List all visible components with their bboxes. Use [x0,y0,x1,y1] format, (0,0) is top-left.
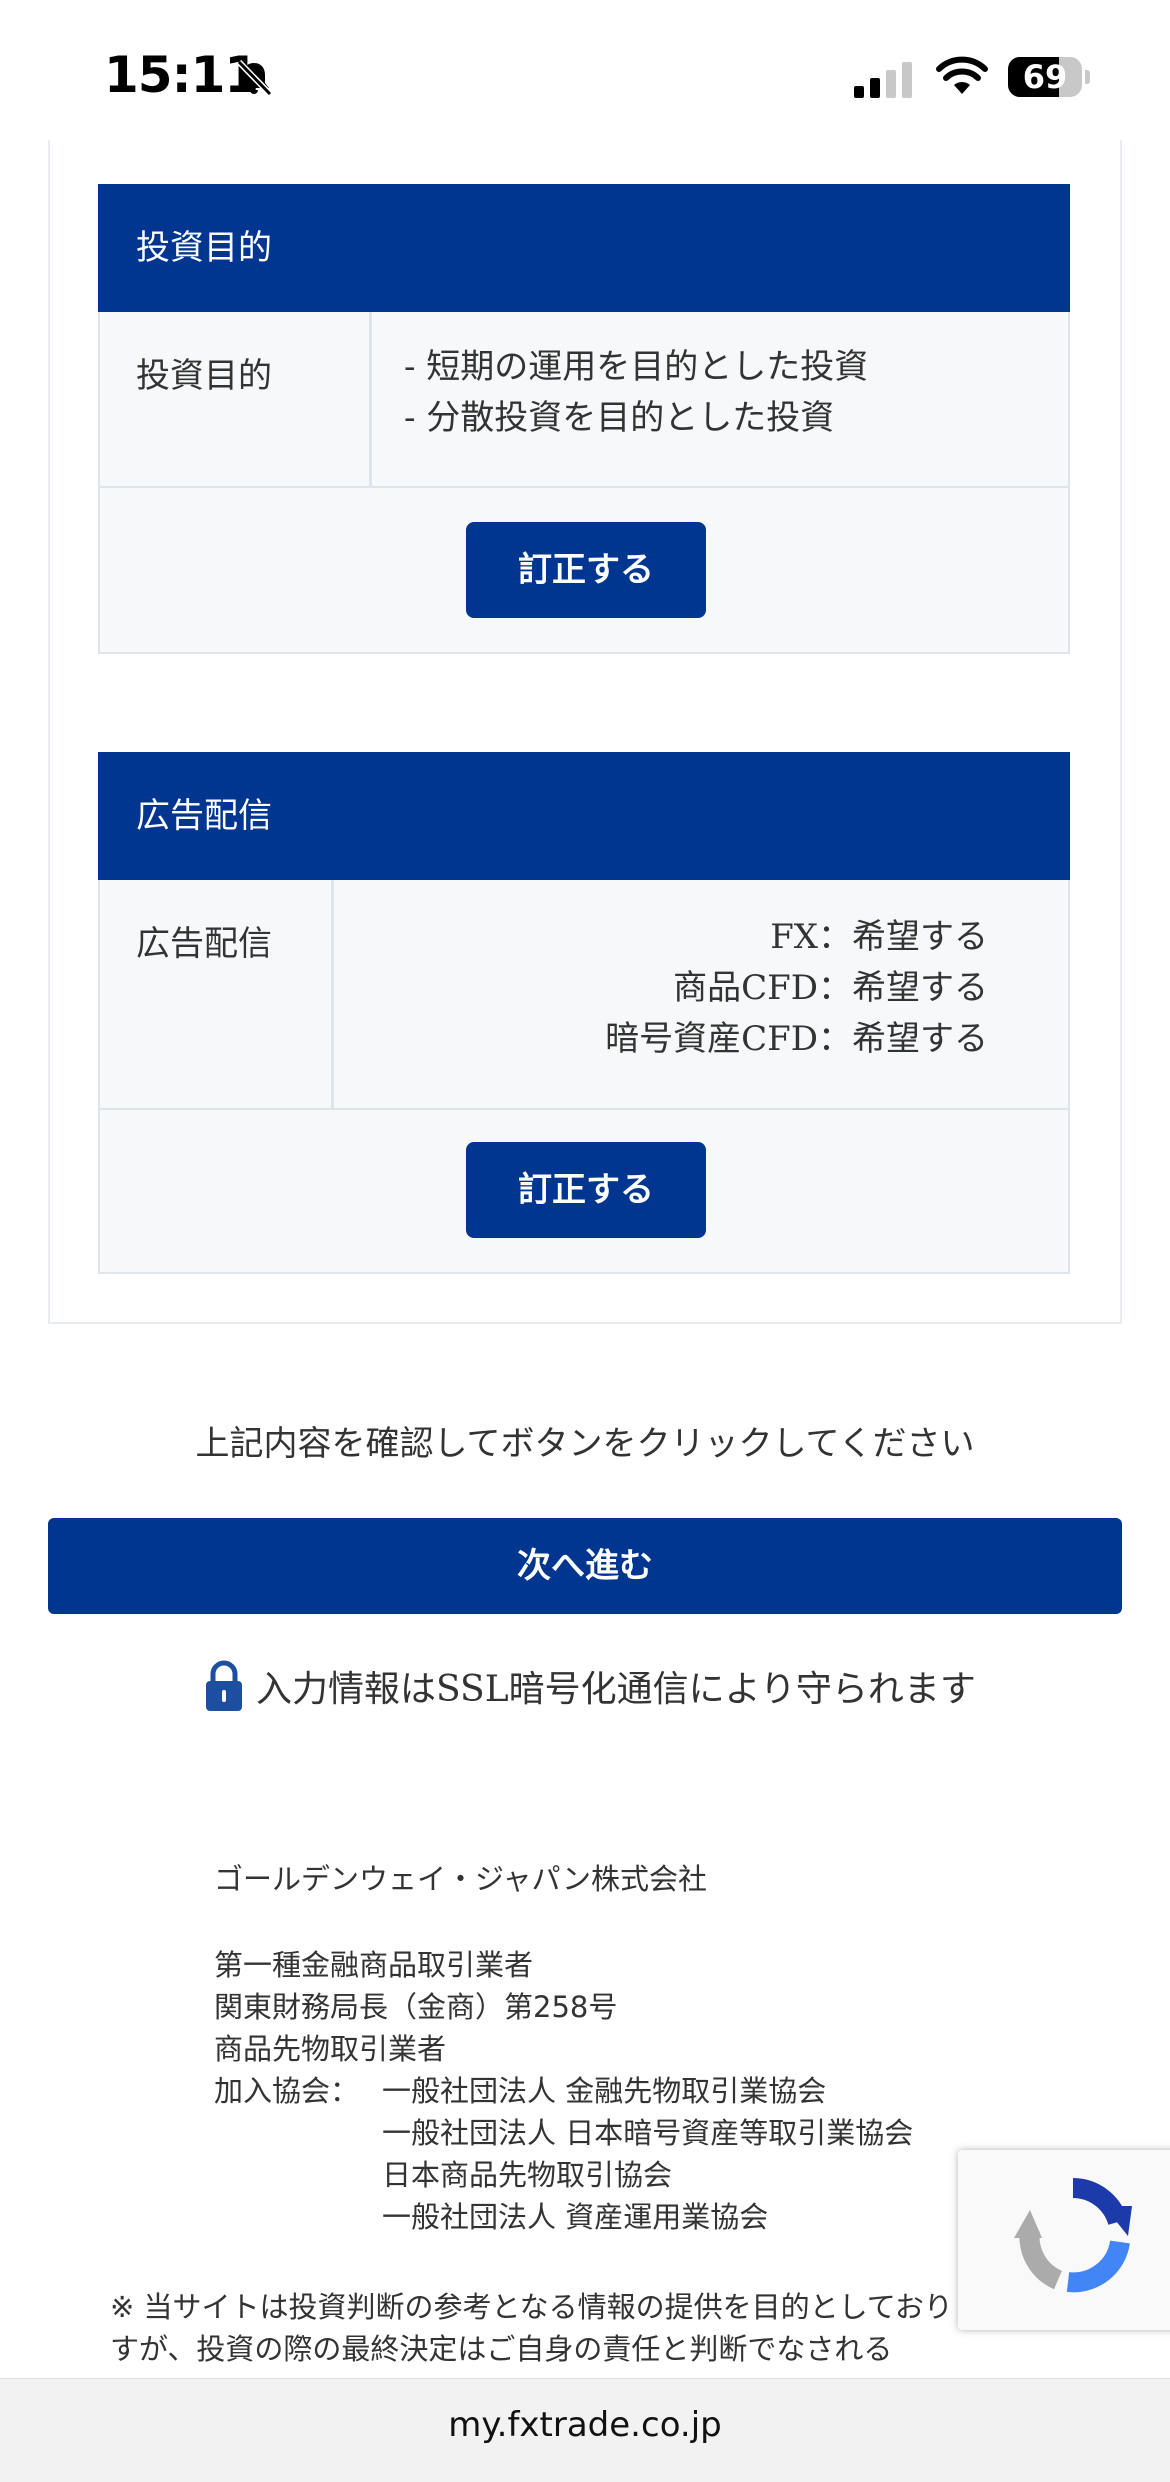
registration-line: 第一種金融商品取引業者 [214,1948,534,1982]
value-line: 商品CFD：希望する [673,968,988,1008]
recaptcha-icon [1014,2178,1132,2293]
association-item: 一般社団法人 資産運用業協会 [382,2200,769,2234]
company-name: ゴールデンウェイ・ジャパン株式会社 [214,1862,708,1896]
association-item: 日本商品先物取引協会 [382,2158,673,2192]
value-line: 暗号資産CFD：希望する [605,1019,988,1059]
status-bar: 15:11 69 [0,0,1170,140]
correct-button[interactable]: 訂正する [466,522,706,618]
value-line: - 短期の運用を目的とした投資 [404,347,869,387]
battery-icon: 69 [1008,57,1090,97]
browser-url-bar[interactable]: my.fxtrade.co.jp [0,2378,1170,2482]
association-item: 一般社団法人 金融先物取引業協会 [382,2074,827,2108]
row-label: 投資目的 [100,312,372,486]
ad-delivery-row: 広告配信 FX：希望する 商品CFD：希望する 暗号資産CFD：希望する [100,880,1068,1110]
wifi-icon [936,56,988,94]
row-label: 広告配信 [100,880,334,1108]
ad-delivery-section: 広告配信 広告配信 FX：希望する 商品CFD：希望する 暗号資産CFD：希望す… [98,752,1070,1274]
value-line: FX：希望する [770,917,988,957]
next-button[interactable]: 次へ進む [48,1518,1122,1614]
bell-slash-icon [236,59,273,97]
correct-button[interactable]: 訂正する [466,1142,706,1238]
value-line: - 分散投資を目的とした投資 [404,398,835,438]
investment-purpose-row: 投資目的 - 短期の運用を目的とした投資 - 分散投資を目的とした投資 [100,312,1068,488]
ad-delivery-values: FX：希望する 商品CFD：希望する 暗号資産CFD：希望する [605,880,988,1065]
confirm-notice: 上記内容を確認してボタンをクリックしてください [195,1424,975,1464]
ssl-text: 入力情報はSSL暗号化通信により守られます [256,1669,976,1710]
lock-icon [206,1660,242,1711]
registration-line: 商品先物取引業者 [214,2032,447,2066]
recaptcha-badge[interactable] [958,2150,1170,2330]
association-item: 一般社団法人 日本暗号資産等取引業協会 [382,2116,914,2150]
disclaimer: ※ 当サイトは投資判断の参考となる情報の提供を目的としておりますが、投資の際の最… [110,2290,982,2366]
investment-purpose-values: - 短期の運用を目的とした投資 - 分散投資を目的とした投資 [404,312,868,444]
member-associations-label: 加入協会： [214,2074,360,2108]
registration-line: 関東財務局長（金商）第258号 [214,1990,618,2024]
cellular-signal-icon [854,62,912,98]
section-header: 投資目的 [98,184,1070,312]
battery-percentage: 69 [1022,58,1068,96]
url-text: my.fxtrade.co.jp [448,2405,722,2445]
section-header: 広告配信 [98,752,1070,880]
investment-purpose-section: 投資目的 投資目的 - 短期の運用を目的とした投資 - 分散投資を目的とした投資… [98,184,1070,654]
